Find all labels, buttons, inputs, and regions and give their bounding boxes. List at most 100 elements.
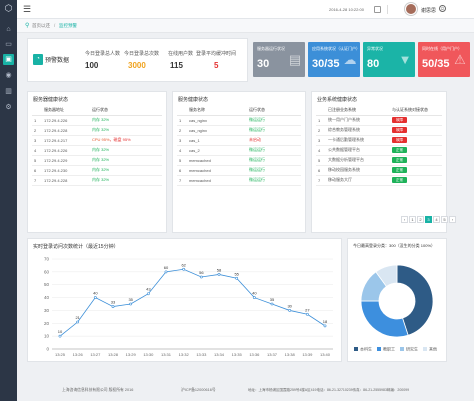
table-row[interactable]: 4 cas_2 微运运行 (177, 145, 301, 156)
x-tick-label: 13:39 (302, 352, 313, 357)
server-address: 172.29.4.229 (42, 155, 90, 166)
legend-label: 研究生 (406, 346, 418, 352)
data-point (235, 276, 239, 280)
kpi-value: 30/35 (312, 58, 340, 70)
table-row[interactable]: 1 统一用户门户系统 故障 (316, 115, 442, 126)
next-page-button[interactable]: › (449, 216, 456, 223)
status-text: 内存 32% (92, 157, 110, 162)
cloud-icon: ☁ (343, 52, 357, 67)
kpi-card-apps[interactable]: 应用系统状况（认证门户） 30/35 ☁ (308, 42, 360, 77)
server-status: 内存 32% (90, 145, 162, 156)
user-name[interactable]: 谢思思 (421, 7, 436, 14)
business-status: 正常 (390, 145, 442, 156)
x-tick-label: 13:40 (320, 352, 331, 357)
table-row[interactable]: 6 移动校园服务系统 正常 (316, 165, 442, 176)
y-tick-label: 70 (44, 257, 50, 262)
data-label: 21 (75, 315, 80, 320)
table-row[interactable]: 1 172.29.4.226 内存 32% (32, 115, 162, 126)
table-row[interactable]: 5 memcached 微运运行 (177, 155, 301, 166)
server-status: 内存 32% (90, 165, 162, 176)
table-row[interactable]: 2 cas_nginx 微运运行 (177, 125, 301, 136)
status-badge: 故障 (392, 127, 407, 133)
business-status: 故障 (390, 135, 442, 146)
stat-value: 5 (214, 61, 219, 70)
data-label: 55 (234, 271, 239, 276)
status-text: 内存 32% (92, 127, 110, 132)
stat-label: 登录平均缓冲时间 (196, 51, 237, 57)
table-row[interactable]: 6 172.29.4.230 内存 32% (32, 165, 162, 176)
avatar[interactable] (405, 3, 417, 15)
warning-icon: ⚠ (454, 52, 466, 67)
legend-swatch (377, 347, 381, 351)
y-tick-label: 10 (44, 334, 50, 339)
top-bar: ☰ 2016-4-28 10:22:00 谢思思 ⏻ (17, 0, 474, 19)
x-tick-label: 13:37 (267, 352, 278, 357)
category-pie-panel: 今日最高登录分类：300（没生的分类 100%） 本科生 教职工 研究生 其他 (347, 238, 447, 362)
table-row[interactable]: 3 172.29.4.217 CPU 95%，磁盘 95% (32, 135, 162, 146)
kpi-card-abnormal[interactable]: 异常状况 80 ▼ (363, 42, 415, 77)
footer-icp[interactable]: 沪ICP备12000616号 (181, 388, 216, 393)
table-row[interactable]: 5 大数据分析管理平台 正常 (316, 155, 442, 166)
data-label: 43 (146, 287, 151, 292)
kpi-card-servers[interactable]: 服务器运行状况 30 ▤ (253, 42, 305, 77)
table-row[interactable]: 4 172.29.4.226 内存 32% (32, 145, 162, 156)
settings-icon[interactable]: ⚙ (3, 102, 14, 113)
row-number: 7 (177, 175, 187, 186)
kpi-value: 80 (367, 58, 380, 70)
chart-icon: ◔ (33, 54, 43, 65)
table-row[interactable]: 5 172.29.4.229 内存 32% (32, 155, 162, 166)
service-name: cas_2 (187, 145, 247, 156)
location-icon[interactable]: ◉ (3, 70, 14, 81)
business-health-panel: 业务系统健康状态 已注册业务系统 与认证系统对接状态 1 统一用户门户系统 故障 2 综… (311, 91, 447, 233)
card-icon[interactable]: ▭ (3, 39, 14, 50)
table-row[interactable]: 7 移动服务大厅 正常 (316, 175, 442, 186)
table-row[interactable]: 7 172.29.4.228 内存 32% (32, 175, 162, 186)
location-pin-icon: ⚲ (25, 23, 30, 29)
pie-chart: 本科生 教职工 研究生 其他 (354, 264, 437, 352)
table-row[interactable]: 3 一卡通后勤管理系统 故障 (316, 135, 442, 146)
table-header: 运行状态 (90, 106, 162, 116)
stat-value: 115 (170, 61, 183, 70)
table-row[interactable]: 3 cas_1 未启动 (177, 135, 301, 146)
service-status: 未启动 (247, 135, 301, 146)
bar-chart-icon[interactable]: ▥ (3, 86, 14, 97)
panel-title: 今日最高登录分类：300（没生的分类 100%） (353, 243, 436, 248)
business-system-name: 公共数据管理平台 (326, 145, 390, 156)
table-header: 与认证系统对接状态 (390, 106, 442, 116)
table-row[interactable]: 2 172.29.4.228 内存 32% (32, 125, 162, 136)
message-icon[interactable] (374, 6, 381, 13)
y-tick-label: 20 (44, 321, 50, 326)
row-number: 4 (177, 145, 187, 156)
table-row[interactable]: 6 memcached 微运运行 (177, 165, 301, 176)
table-row[interactable]: 4 公共数据管理平台 正常 (316, 145, 442, 156)
page-button[interactable]: 4 (433, 216, 440, 223)
table-header: 服务名称 (187, 106, 247, 116)
power-icon[interactable]: ⏻ (439, 5, 446, 12)
kpi-value: 30 (257, 58, 270, 70)
table-row[interactable]: 2 综合教务管理系统 故障 (316, 125, 442, 136)
page-button[interactable]: 2 (417, 216, 424, 223)
server-health-panel: 服务器健康状态 服务器地址 运行状态 1 172.29.4.226 内存 32% 2 1… (27, 91, 167, 233)
table-row[interactable]: 1 cas_nginx 微运运行 (177, 115, 301, 126)
x-tick-label: 13:27 (90, 352, 101, 357)
prev-page-button[interactable]: ‹ (401, 216, 408, 223)
data-label: 35 (270, 297, 275, 302)
page-button[interactable]: 1 (409, 216, 416, 223)
page-button[interactable]: 5 (441, 216, 448, 223)
page-button[interactable]: 3 (425, 216, 432, 223)
data-point (164, 270, 168, 274)
breadcrumb-separator: / (54, 23, 56, 28)
y-tick-label: 0 (46, 347, 49, 352)
y-tick-label: 50 (44, 282, 50, 287)
table-row[interactable]: 7 memcached 微运运行 (177, 175, 301, 186)
panel-title: 服务器健康状态 (33, 97, 69, 103)
x-tick-label: 13:30 (143, 352, 154, 357)
breadcrumb-home[interactable]: 首页以还 (32, 23, 50, 29)
menu-toggle-icon[interactable]: ☰ (23, 4, 31, 14)
monitor-icon[interactable]: ▣ (3, 54, 14, 65)
status-badge: 正常 (392, 157, 407, 163)
status-badge: 故障 (392, 137, 407, 143)
table-header: 服务器地址 (42, 106, 90, 116)
home-icon[interactable]: ⌂ (3, 24, 14, 35)
kpi-card-online[interactable]: 同时在线（用户门户） 50/35 ⚠ (418, 42, 470, 77)
